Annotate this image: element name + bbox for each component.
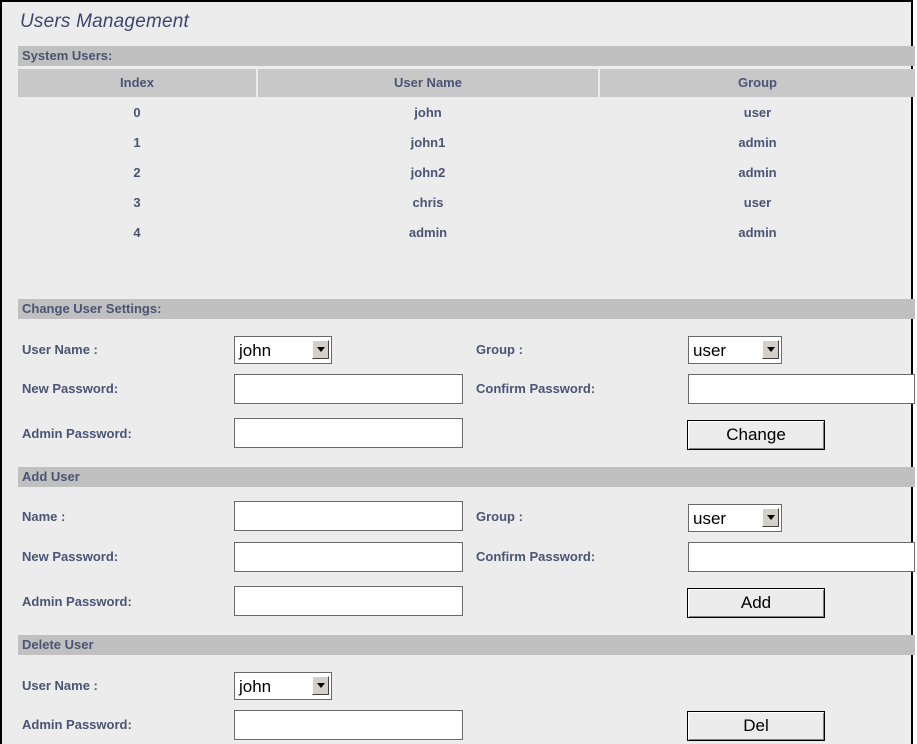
table-row: 0 john user bbox=[18, 98, 915, 128]
delete-user-header: Delete User bbox=[18, 635, 915, 655]
chevron-down-icon[interactable] bbox=[312, 676, 329, 695]
add-group-select[interactable]: user bbox=[688, 504, 782, 532]
delete-admin-password-input[interactable] bbox=[234, 710, 463, 740]
add-name-label: Name : bbox=[22, 509, 66, 524]
users-management-panel: Users Management System Users: Index Use… bbox=[0, 0, 915, 744]
row-index: 1 bbox=[133, 135, 141, 150]
chevron-down-icon[interactable] bbox=[762, 340, 779, 359]
row-user-name: john2 bbox=[410, 165, 446, 180]
chevron-down-icon[interactable] bbox=[762, 508, 779, 527]
column-header-user-name: User Name bbox=[394, 75, 462, 90]
add-user-header: Add User bbox=[18, 467, 915, 487]
row-user-name: chris bbox=[412, 195, 444, 210]
add-new-password-input[interactable] bbox=[234, 542, 463, 572]
change-new-password-label: New Password: bbox=[22, 381, 119, 396]
row-user-name: admin bbox=[408, 225, 448, 240]
row-index: 2 bbox=[133, 165, 141, 180]
row-group: admin bbox=[738, 165, 777, 180]
column-header-index: Index bbox=[120, 75, 154, 90]
change-user-name-select[interactable]: john bbox=[234, 336, 332, 364]
delete-user-name-label: User Name : bbox=[22, 678, 98, 693]
table-row: 3 chris user bbox=[18, 188, 915, 218]
change-user-settings-header: Change User Settings: bbox=[18, 299, 915, 319]
table-row: 1 john1 admin bbox=[18, 128, 915, 158]
table-row: 4 admin admin bbox=[18, 218, 915, 248]
row-group: user bbox=[743, 105, 772, 120]
change-group-label: Group : bbox=[476, 342, 523, 357]
column-header-group: Group bbox=[738, 75, 777, 90]
change-group-select[interactable]: user bbox=[688, 336, 782, 364]
users-table-header: Index User Name Group bbox=[18, 69, 915, 97]
change-user-name-label: User Name : bbox=[22, 342, 98, 357]
row-user-name: john1 bbox=[410, 135, 446, 150]
delete-user-name-select[interactable]: john bbox=[234, 672, 332, 700]
change-new-password-input[interactable] bbox=[234, 374, 463, 404]
add-new-password-label: New Password: bbox=[22, 549, 119, 564]
change-button[interactable]: Change bbox=[687, 420, 825, 450]
add-confirm-password-input[interactable] bbox=[688, 542, 915, 572]
add-group-value: user bbox=[693, 509, 727, 528]
delete-admin-password-label: Admin Password: bbox=[22, 717, 132, 732]
change-confirm-password-input[interactable] bbox=[688, 374, 915, 404]
row-index: 3 bbox=[133, 195, 141, 210]
add-admin-password-label: Admin Password: bbox=[22, 594, 132, 609]
row-index: 0 bbox=[133, 105, 141, 120]
add-group-label: Group : bbox=[476, 509, 523, 524]
row-group: admin bbox=[738, 135, 777, 150]
delete-user-name-value: john bbox=[239, 677, 272, 696]
row-group: admin bbox=[738, 225, 777, 240]
change-user-name-value: john bbox=[239, 341, 272, 360]
change-confirm-password-label: Confirm Password: bbox=[476, 381, 596, 396]
row-index: 4 bbox=[133, 225, 141, 240]
add-confirm-password-label: Confirm Password: bbox=[476, 549, 596, 564]
system-users-header: System Users: bbox=[18, 46, 915, 66]
change-admin-password-label: Admin Password: bbox=[22, 426, 132, 441]
row-group: user bbox=[743, 195, 772, 210]
change-group-value: user bbox=[693, 341, 727, 360]
change-admin-password-input[interactable] bbox=[234, 418, 463, 448]
chevron-down-icon[interactable] bbox=[312, 340, 329, 359]
row-user-name: john bbox=[414, 105, 442, 120]
add-button[interactable]: Add bbox=[687, 588, 825, 618]
add-name-input[interactable] bbox=[234, 501, 463, 531]
table-row: 2 john2 admin bbox=[18, 158, 915, 188]
page-title: Users Management bbox=[20, 11, 189, 32]
add-admin-password-input[interactable] bbox=[234, 586, 463, 616]
delete-button[interactable]: Del bbox=[687, 711, 825, 741]
